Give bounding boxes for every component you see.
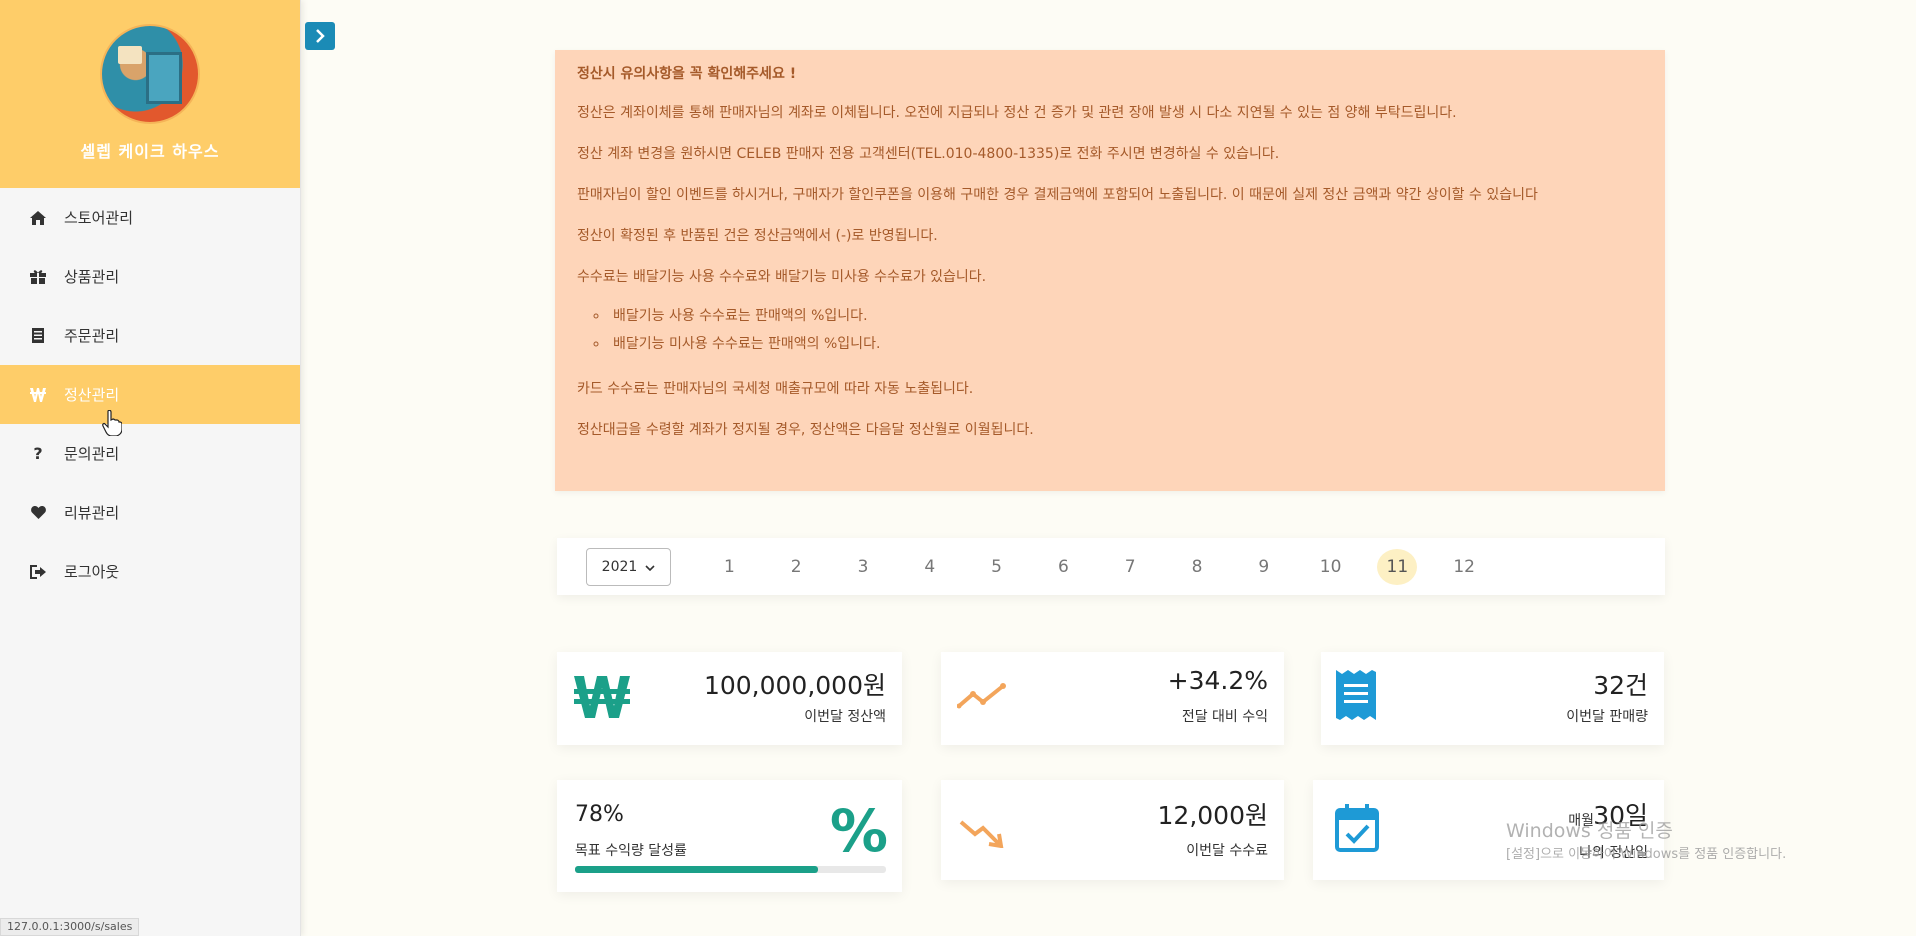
- month-label: 10: [1319, 556, 1342, 577]
- sidebar: 셀렙 케이크 하우스 스토어관리 상품관리 주문관리 정산관리 ? 문의관리 리…: [0, 0, 301, 936]
- notice-line: 판매자님이 할인 이벤트를 하시거나, 구매자가 할인쿠폰을 이용해 구매한 경…: [577, 187, 1538, 203]
- sidebar-menu: 스토어관리 상품관리 주문관리 정산관리 ? 문의관리 리뷰관리 로그아웃: [0, 188, 300, 601]
- notice-line: 카드 수수료는 판매자님의 국세청 매출규모에 따라 자동 노출됩니다.: [577, 381, 974, 397]
- settlement-amount-value: 100,000,000원: [703, 671, 886, 700]
- sidebar-item-reviews[interactable]: 리뷰관리: [0, 483, 300, 542]
- chevron-down-icon: [645, 559, 655, 575]
- notice-line: 정산이 확정된 후 반품된 건은 정산금액에서 (-)로 반영됩니다.: [577, 228, 938, 244]
- sidebar-item-settlement[interactable]: 정산관리: [0, 365, 300, 424]
- calendar-check-icon: [1335, 804, 1379, 856]
- month-12[interactable]: 12: [1431, 557, 1498, 577]
- settlement-amount-label: 이번달 정산액: [804, 709, 886, 725]
- month-label: 2: [790, 556, 802, 577]
- document-icon: [30, 328, 46, 344]
- question-icon: ?: [33, 444, 43, 463]
- sidebar-item-label: 리뷰관리: [64, 504, 120, 522]
- heart-icon: [30, 505, 46, 521]
- month-label: 12: [1453, 556, 1475, 577]
- growth-label: 전달 대비 수익: [1181, 709, 1268, 725]
- receipt-icon: [1336, 670, 1376, 726]
- notice-line: 정산 계좌 변경을 원하시면 CELEB 판매자 전용 고객센터(TEL.010…: [577, 146, 1280, 162]
- sidebar-item-label: 로그아웃: [64, 563, 120, 581]
- month-label: 7: [1124, 556, 1136, 577]
- month-label: 11: [1377, 548, 1418, 585]
- home-icon: [30, 210, 46, 226]
- windows-activation-message: [설정]으로 이동하여 Windows를 정품 인증합니다.: [1506, 847, 1787, 862]
- gift-icon: [30, 269, 46, 285]
- settlement-notice: 정산시 유의사항을 꼭 확인해주세요 ! 정산은 계좌이체를 통해 판매자님의 …: [555, 50, 1665, 491]
- trend-down-icon: [959, 818, 1005, 852]
- sidebar-item-store[interactable]: 스토어관리: [0, 188, 300, 247]
- month-10[interactable]: 10: [1297, 557, 1364, 577]
- sidebar-item-label: 스토어관리: [64, 209, 134, 227]
- year-select-value: 2021: [601, 558, 638, 575]
- month-3[interactable]: 3: [830, 557, 897, 577]
- goal-progress-bar: [575, 866, 886, 873]
- sidebar-item-label: 주문관리: [64, 327, 120, 345]
- sidebar-item-label: 문의관리: [64, 445, 120, 463]
- chevron-right-icon: [316, 29, 325, 43]
- status-url: 127.0.0.1:3000/s/sales: [0, 918, 140, 936]
- sales-count-value: 32건: [1593, 671, 1648, 700]
- month-8[interactable]: 8: [1164, 557, 1231, 577]
- fee-value: 12,000원: [1157, 801, 1268, 830]
- year-select[interactable]: 2021: [586, 547, 671, 586]
- fee-list-item: 배달기능 사용 수수료는 판매액의 %입니다.: [609, 302, 1643, 330]
- logout-icon: [30, 564, 46, 580]
- month-label: 5: [991, 556, 1002, 577]
- month-label: 4: [924, 556, 936, 577]
- notice-line: 수수료는 배달기능 사용 수수료와 배달기능 미사용 수수료가 있습니다.: [577, 269, 987, 285]
- store-name: 셀렙 케이크 하우스: [80, 142, 220, 161]
- sidebar-item-inquiries[interactable]: ? 문의관리: [0, 424, 300, 483]
- month-4[interactable]: 4: [896, 557, 963, 577]
- month-1[interactable]: 1: [696, 557, 763, 577]
- fee-label: 이번달 수수료: [1186, 843, 1268, 859]
- sales-count-card: 32건 이번달 판매량: [1321, 652, 1664, 745]
- fee-list: 배달기능 사용 수수료는 판매액의 %입니다. 배달기능 미사용 수수료는 판매…: [609, 302, 1643, 358]
- period-selector: 2021 1 2 3 4 5 6 7 8 9 10 11 12: [557, 538, 1665, 595]
- sidebar-item-label: 상품관리: [64, 268, 120, 286]
- sales-count-label: 이번달 판매량: [1566, 709, 1648, 725]
- month-11[interactable]: 11: [1364, 548, 1431, 585]
- sidebar-item-logout[interactable]: 로그아웃: [0, 542, 300, 601]
- hand-cursor-icon: [102, 409, 123, 440]
- month-label: 9: [1258, 556, 1270, 577]
- windows-activation-title: Windows 정품 인증: [1506, 820, 1673, 842]
- month-2[interactable]: 2: [763, 557, 830, 577]
- month-list: 1 2 3 4 5 6 7 8 9 10 11 12: [696, 548, 1498, 585]
- sidebar-item-orders[interactable]: 주문관리: [0, 306, 300, 365]
- sidebar-item-label: 정산관리: [64, 386, 120, 404]
- notice-title: 정산시 유의사항을 꼭 확인해주세요 !: [577, 66, 797, 82]
- trend-up-icon: [956, 682, 1007, 714]
- month-label: 8: [1191, 556, 1203, 577]
- month-label: 3: [857, 556, 869, 577]
- sidebar-item-products[interactable]: 상품관리: [0, 247, 300, 306]
- month-5[interactable]: 5: [963, 557, 1030, 577]
- goal-progress-card: 78% 목표 수익량 달성률 %: [557, 780, 902, 892]
- fee-list-item: 배달기능 미사용 수수료는 판매액의 %입니다.: [609, 330, 1643, 358]
- percent-icon: %: [829, 797, 888, 865]
- fee-card: 12,000원 이번달 수수료: [941, 780, 1284, 880]
- goal-progress-fill: [575, 866, 818, 873]
- goal-label: 목표 수익량 달성률: [575, 843, 687, 859]
- store-profile: 셀렙 케이크 하우스: [0, 0, 300, 188]
- store-avatar[interactable]: [100, 24, 200, 124]
- won-icon: [30, 387, 46, 403]
- settlement-amount-card: 100,000,000원 이번달 정산액: [557, 652, 902, 745]
- notice-line: 정산은 계좌이체를 통해 판매자님의 계좌로 이체됩니다. 오전에 지급되나 정…: [577, 105, 1457, 121]
- month-label: 1: [723, 556, 735, 577]
- month-7[interactable]: 7: [1097, 557, 1164, 577]
- won-icon: [574, 674, 630, 724]
- month-6[interactable]: 6: [1030, 557, 1097, 577]
- goal-percent: 78%: [575, 802, 624, 827]
- sidebar-toggle-button[interactable]: [305, 22, 335, 50]
- notice-line: 정산대금을 수령할 계좌가 정지될 경우, 정산액은 다음달 정산월로 이월됩니…: [577, 422, 1034, 438]
- growth-value: +34.2%: [1167, 666, 1268, 695]
- growth-card: +34.2% 전달 대비 수익: [941, 652, 1284, 745]
- month-9[interactable]: 9: [1230, 557, 1297, 577]
- month-label: 6: [1057, 556, 1069, 577]
